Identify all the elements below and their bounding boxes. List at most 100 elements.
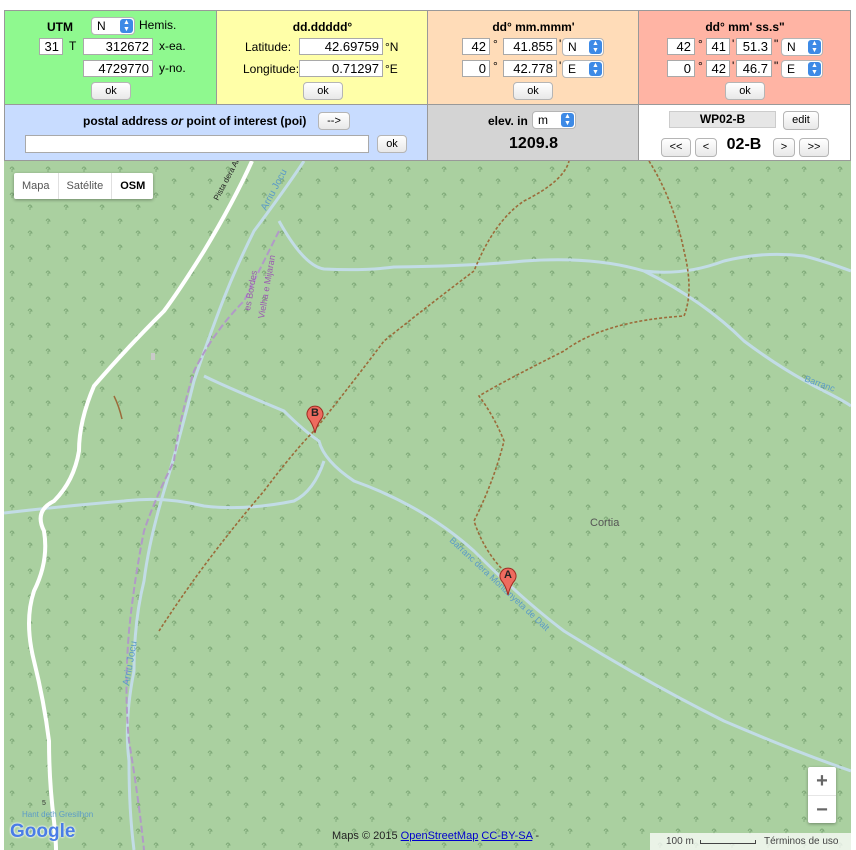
address-ok-button[interactable]: ok xyxy=(377,135,407,153)
attribution-suffix: - xyxy=(535,830,540,842)
address-title-a: postal address xyxy=(83,114,168,128)
map-type-osm[interactable]: OSM xyxy=(112,173,153,199)
latitude-label: Latitude: xyxy=(245,40,292,54)
dms-lat-degrees-input[interactable]: 42 xyxy=(667,38,695,55)
dms-min-symbol-2: ' xyxy=(732,59,735,73)
elevation-panel: elev. in m ▲ ▼ 1209.8 xyxy=(428,105,639,161)
address-go-button[interactable]: --> xyxy=(318,112,350,130)
elevation-label: elev. in xyxy=(488,114,528,128)
dm-title: dd° mm.mmm' xyxy=(492,20,575,34)
dms-deg-symbol-2: ° xyxy=(698,59,703,73)
address-title-b: point of interest (poi) xyxy=(186,114,307,128)
dms-panel: dd° mm' ss.s" 42 ° 41 ' 51.3 " N ▲ ▼ 0 ° … xyxy=(639,10,851,105)
waypoint-current: 02-B xyxy=(726,136,762,153)
latitude-unit: °N xyxy=(385,40,399,54)
map-type-satelite[interactable]: Satélite xyxy=(59,173,113,199)
waypoint-first-button[interactable]: << xyxy=(661,138,691,157)
openstreetmap-link[interactable]: OpenStreetMap xyxy=(401,830,479,842)
dm-min-symbol: ' xyxy=(559,37,562,51)
zoom-in-button[interactable]: + xyxy=(808,767,836,796)
cc-by-sa-link[interactable]: CC-BY-SA xyxy=(481,830,532,842)
waypoint-next-button[interactable]: > xyxy=(773,138,795,157)
marker-a-label: A xyxy=(504,569,512,581)
dms-deg-symbol: ° xyxy=(698,37,703,51)
decimal-latitude-input[interactable]: 42.69759 xyxy=(299,38,383,55)
select-arrows-icon: ▲ ▼ xyxy=(808,62,821,76)
label-road-number: 5 xyxy=(42,800,46,807)
longitude-unit: °E xyxy=(385,62,398,76)
label-bottom-left: Hant deth Gresilhon xyxy=(22,810,93,819)
decimal-longitude-input[interactable]: 0.71297 xyxy=(299,60,383,77)
waypoint-last-button[interactable]: >> xyxy=(799,138,829,157)
dm-deg-symbol: ° xyxy=(493,37,498,51)
dms-sec-symbol: " xyxy=(774,37,779,51)
dms-lon-hemisphere-value: E xyxy=(787,62,796,76)
select-arrows-icon: ▲ ▼ xyxy=(589,40,602,54)
dms-min-symbol: ' xyxy=(732,37,735,51)
utm-title: UTM xyxy=(47,20,73,34)
decimal-panel: dd.ddddd° Latitude: 42.69759 °N Longitud… xyxy=(217,10,428,105)
scale-label: 100 m xyxy=(666,836,694,847)
map-type-mapa[interactable]: Mapa xyxy=(14,173,59,199)
dm-lon-degrees-input[interactable]: 0 xyxy=(462,60,490,77)
address-title: postal address or point of interest (poi… xyxy=(83,114,306,128)
utm-easting-input[interactable]: 312672 xyxy=(83,38,153,55)
dms-ok-button[interactable]: ok xyxy=(725,82,765,100)
dm-lat-hemisphere-value: N xyxy=(568,40,577,54)
scale-terms-bar: 100 m Términos de uso xyxy=(650,833,851,850)
hemisphere-select[interactable]: N ▲ ▼ xyxy=(91,17,135,35)
address-panel: postal address or point of interest (poi… xyxy=(4,105,428,161)
scale-bar xyxy=(700,840,756,844)
utm-panel: UTM N ▲ ▼ Hemis. 31 T 312672 x-ea. 472977… xyxy=(4,10,217,105)
dms-lat-seconds-input[interactable]: 51.3 xyxy=(736,38,772,55)
label-cortia: Cortia xyxy=(590,517,620,529)
google-logo: Google xyxy=(10,821,76,842)
decimal-title: dd.ddddd° xyxy=(292,20,353,34)
dm-min-symbol-2: ' xyxy=(559,59,562,73)
dm-lat-minutes-input[interactable]: 41.855 xyxy=(503,38,557,55)
select-arrows-icon: ▲ ▼ xyxy=(120,19,133,33)
elevation-value: 1209.8 xyxy=(509,135,558,152)
utm-ok-button[interactable]: ok xyxy=(91,82,131,100)
marker-b-label: B xyxy=(311,407,319,419)
dm-lon-hemisphere-select[interactable]: E ▲ ▼ xyxy=(562,60,604,78)
dms-lat-hemisphere-select[interactable]: N ▲ ▼ xyxy=(781,38,823,56)
dm-panel: dd° mm.mmm' 42 ° 41.855 ' N ▲ ▼ 0 ° 42.77… xyxy=(428,10,639,105)
address-input[interactable] xyxy=(25,135,369,153)
elevation-unit-select[interactable]: m ▲ ▼ xyxy=(532,111,576,129)
dms-lon-hemisphere-select[interactable]: E ▲ ▼ xyxy=(781,60,823,78)
dm-ok-button[interactable]: ok xyxy=(513,82,553,100)
map-type-control: Mapa Satélite OSM xyxy=(14,173,154,199)
dm-lon-hemisphere-value: E xyxy=(568,62,577,76)
northing-label: y-no. xyxy=(159,61,186,75)
dms-sec-symbol-2: " xyxy=(774,59,779,73)
address-title-or: or xyxy=(171,114,184,128)
easting-label: x-ea. xyxy=(159,39,186,53)
waypoint-edit-button[interactable]: edit xyxy=(783,111,819,130)
zoom-out-button[interactable]: − xyxy=(808,796,836,824)
dms-lon-seconds-input[interactable]: 46.7 xyxy=(736,60,772,77)
utm-zone-input[interactable]: 31 xyxy=(39,38,63,55)
select-arrows-icon: ▲ ▼ xyxy=(561,113,574,127)
hemisphere-label: Hemis. xyxy=(139,18,177,32)
attribution-prefix: Maps © 2015 xyxy=(332,830,398,842)
decimal-ok-button[interactable]: ok xyxy=(303,82,343,100)
dms-lon-degrees-input[interactable]: 0 xyxy=(667,60,695,77)
dm-lat-degrees-input[interactable]: 42 xyxy=(462,38,490,55)
dms-lat-hemisphere-value: N xyxy=(787,40,796,54)
waypoint-name: WP02-B xyxy=(669,111,776,128)
elevation-unit-value: m xyxy=(538,113,548,127)
dms-lon-minutes-input[interactable]: 42 xyxy=(706,60,730,77)
map[interactable]: Pista dera Artiga Arriu Jocu Arriu Jocu … xyxy=(4,161,851,850)
dms-lat-minutes-input[interactable]: 41 xyxy=(706,38,730,55)
utm-band-label: T xyxy=(69,39,77,53)
utm-northing-input[interactable]: 4729770 xyxy=(83,60,153,77)
terms-link[interactable]: Términos de uso xyxy=(764,833,838,850)
waypoint-panel: WP02-B edit << < 02-B > >> xyxy=(639,105,851,161)
dm-lat-hemisphere-select[interactable]: N ▲ ▼ xyxy=(562,38,604,56)
dm-lon-minutes-input[interactable]: 42.778 xyxy=(503,60,557,77)
select-arrows-icon: ▲ ▼ xyxy=(808,40,821,54)
map-canvas[interactable]: Pista dera Artiga Arriu Jocu Arriu Jocu … xyxy=(4,161,851,850)
waypoint-prev-button[interactable]: < xyxy=(695,138,717,157)
dm-deg-symbol-2: ° xyxy=(493,59,498,73)
